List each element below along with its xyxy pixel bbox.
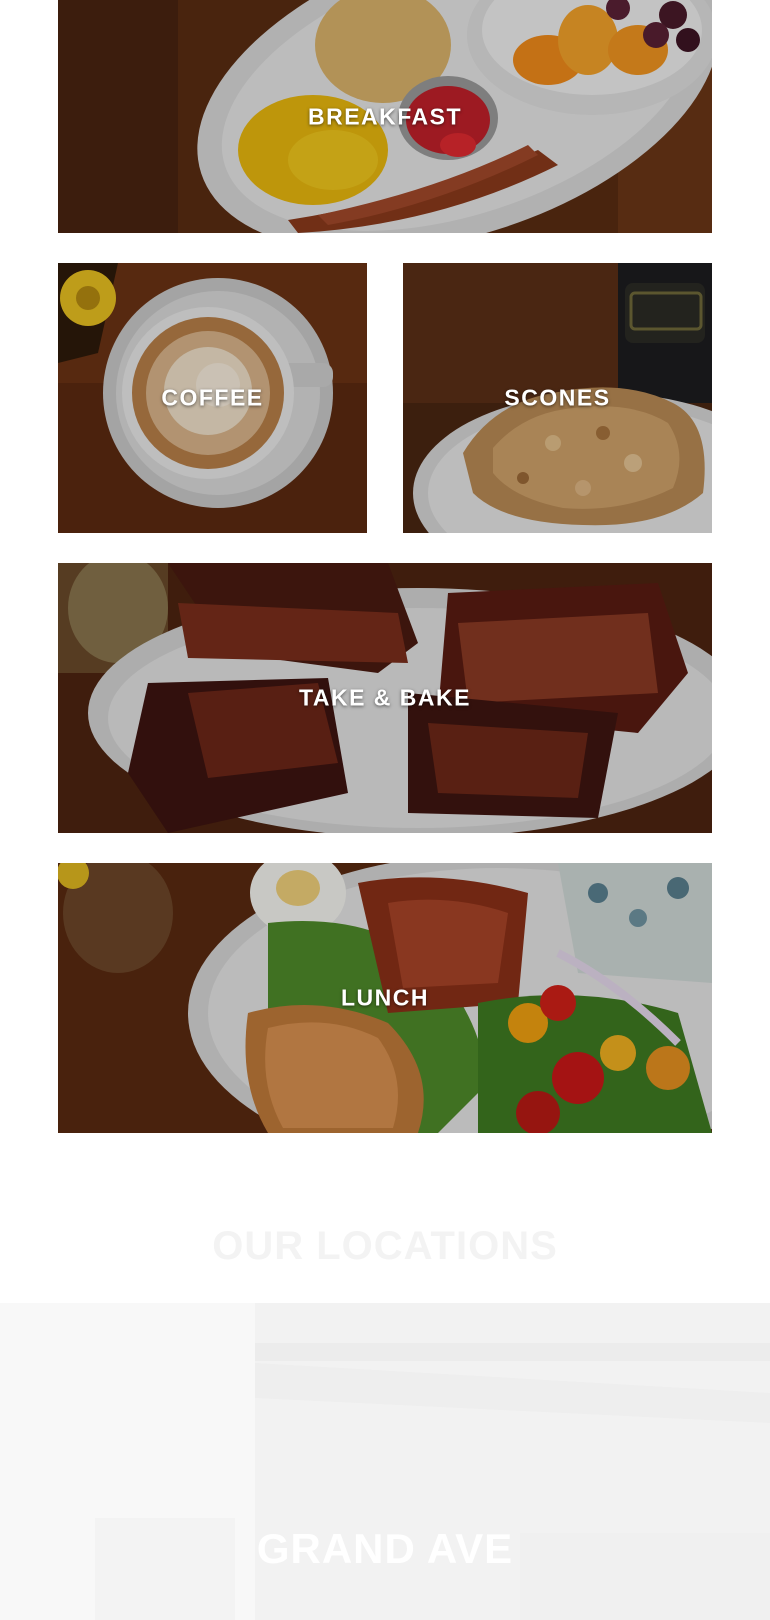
location-card-grand-ave[interactable]: GRAND AVE [0,1303,770,1620]
menu-tile-scones[interactable]: SCONES [403,263,712,533]
menu-tile-breakfast[interactable]: BREAKFAST [58,0,712,233]
coffee-label: COFFEE [161,384,264,411]
scones-label: SCONES [504,384,611,411]
breakfast-label: BREAKFAST [307,103,463,129]
locations-heading: OUR LOCATIONS [212,1224,558,1268]
lunch-label: LUNCH [341,984,429,1011]
menu-tile-take-and-bake[interactable]: TAKE & BAKE [58,563,712,833]
menu-tile-lunch[interactable]: LUNCH [58,863,712,1133]
take-and-bake-label: TAKE & BAKE [299,684,471,711]
menu-tile-coffee[interactable]: COFFEE [58,263,367,533]
location-name-grand-ave: GRAND AVE [256,1525,514,1572]
